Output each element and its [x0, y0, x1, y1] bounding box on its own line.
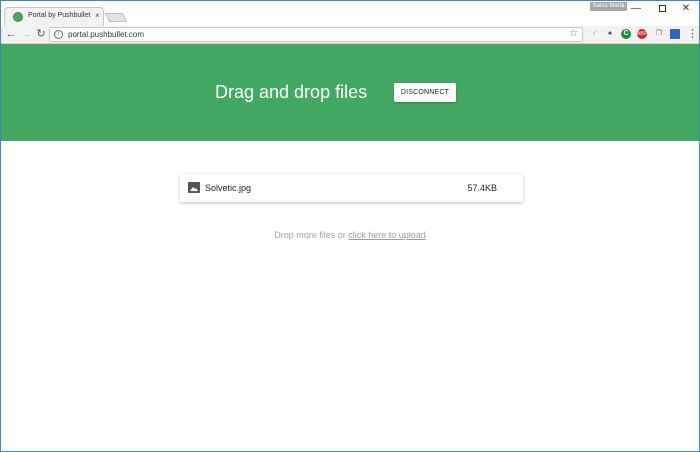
- pen-icon[interactable]: ⁄: [590, 29, 600, 39]
- file-name: Solvetic.jpg: [205, 183, 252, 193]
- tab-portal[interactable]: Portal by Pushbullet ×: [4, 7, 104, 27]
- profile-badge[interactable]: Salvo Maria: [590, 2, 627, 11]
- tab-title: Portal by Pushbullet: [28, 12, 91, 19]
- forward-button[interactable]: →: [19, 27, 33, 41]
- drop-hint-text: Drop more files or: [274, 230, 346, 240]
- bookmark-star-icon[interactable]: ☆: [569, 28, 578, 39]
- new-tab-button[interactable]: [104, 13, 128, 22]
- drop-hint: Drop more files or click here to upload: [1, 230, 699, 240]
- tab-close-icon[interactable]: ×: [95, 11, 100, 21]
- url-text[interactable]: portal.pushbullet.com: [68, 30, 144, 39]
- browser-toolbar: ← → ↻ i portal.pushbullet.com ☆ ⁄ ♠ C AB…: [1, 26, 699, 44]
- maximize-icon: [658, 4, 666, 12]
- hero-banner: Drag and drop files DISCONNECT: [1, 44, 699, 141]
- browser-window: Portal by Pushbullet × Salvo Maria — ✕ ←…: [0, 0, 700, 452]
- menu-kebab-icon[interactable]: ⋮: [687, 28, 698, 40]
- file-size: 57.4KB: [467, 183, 497, 193]
- reload-button[interactable]: ↻: [34, 27, 48, 41]
- file-item[interactable]: Solvetic.jpg 57.4KB: [180, 174, 523, 202]
- page-title: Drag and drop files: [215, 82, 368, 102]
- evernote-icon[interactable]: C: [621, 29, 631, 39]
- clone-icon[interactable]: ❐: [654, 29, 664, 39]
- image-icon: [188, 182, 200, 193]
- back-button[interactable]: ←: [4, 27, 18, 41]
- upload-link[interactable]: click here to upload: [348, 230, 426, 240]
- hat-icon[interactable]: ♠: [605, 29, 615, 39]
- minimize-button[interactable]: —: [623, 1, 649, 17]
- address-bar[interactable]: i portal.pushbullet.com ☆: [49, 27, 583, 42]
- maximize-button[interactable]: [649, 1, 675, 17]
- close-window-button[interactable]: ✕: [673, 1, 699, 17]
- screen-icon[interactable]: [670, 29, 680, 39]
- adblock-icon[interactable]: ABP: [637, 29, 647, 39]
- disconnect-button[interactable]: DISCONNECT: [394, 83, 456, 102]
- tab-strip: Portal by Pushbullet × Salvo Maria — ✕: [1, 1, 699, 27]
- pushbullet-favicon-icon: [13, 12, 23, 22]
- page-content: Drag and drop files DISCONNECT Solvetic.…: [1, 44, 699, 451]
- info-icon[interactable]: i: [54, 30, 63, 39]
